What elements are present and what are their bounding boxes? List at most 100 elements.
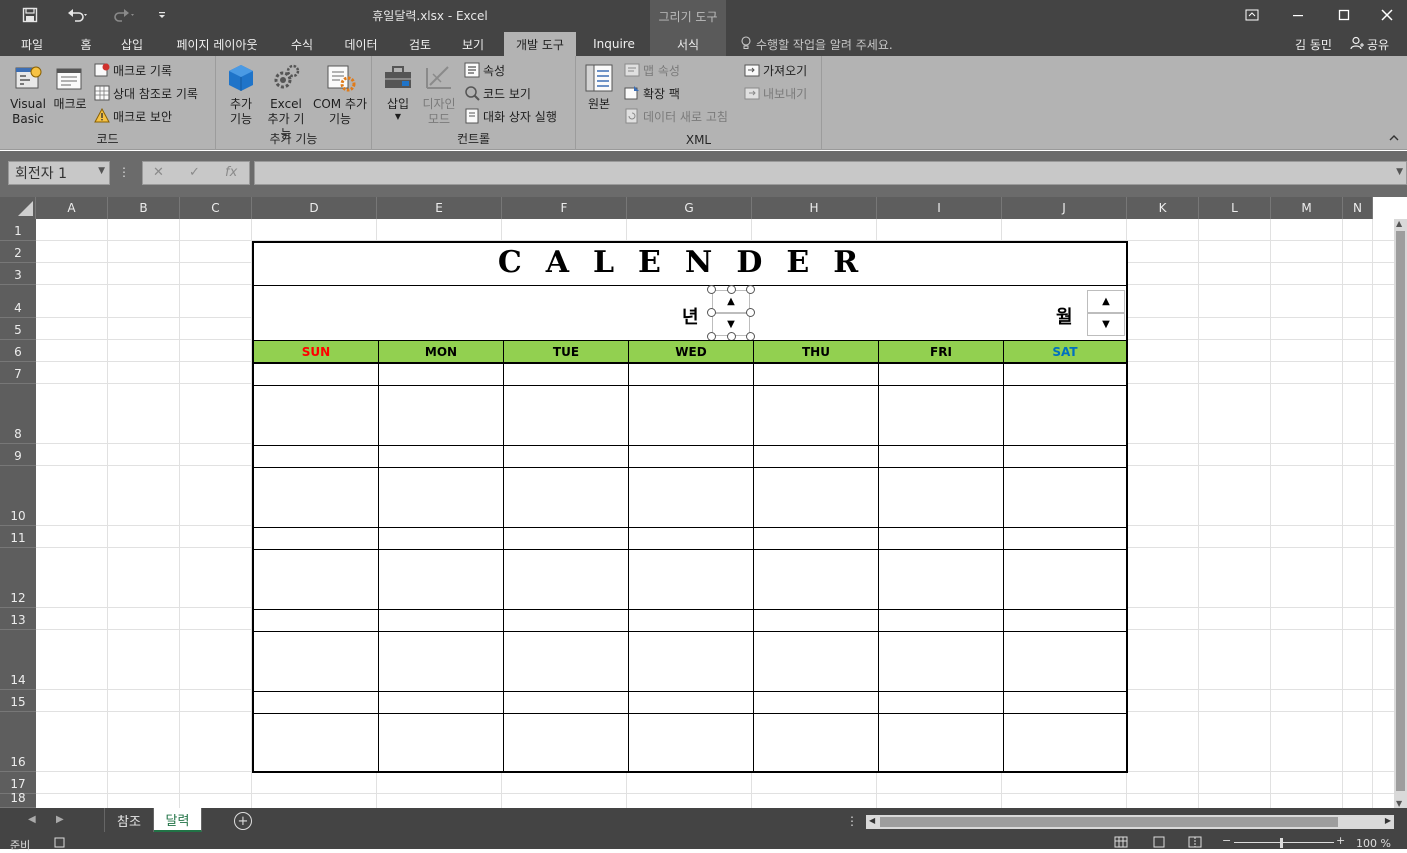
vertical-scroll-thumb[interactable]: [1396, 231, 1405, 791]
formula-input[interactable]: [254, 161, 1407, 185]
tab-page-layout[interactable]: 페이지 레이아웃: [164, 32, 270, 56]
com-addins-button[interactable]: COM 추가 기능: [312, 62, 368, 127]
column-header-a[interactable]: A: [36, 197, 108, 219]
tab-inquire[interactable]: Inquire: [586, 32, 642, 56]
tab-splitter-icon[interactable]: ⋮: [846, 814, 858, 828]
xml-source-button[interactable]: 원본: [584, 62, 614, 112]
row-header-13[interactable]: 13: [0, 608, 36, 630]
year-spinner[interactable]: ▲ ▼: [707, 285, 755, 341]
expansion-packs-button[interactable]: 확장 팩: [624, 83, 680, 103]
column-header-j[interactable]: J: [1002, 197, 1127, 219]
row-header-2[interactable]: 2: [0, 241, 36, 263]
design-mode-button[interactable]: 디자인 모드: [420, 62, 458, 127]
macro-security-button[interactable]: 매크로 보안: [94, 106, 172, 126]
row-header-11[interactable]: 11: [0, 526, 36, 548]
next-sheet-icon[interactable]: ▶: [56, 814, 64, 825]
column-header-g[interactable]: G: [627, 197, 752, 219]
collapse-ribbon-icon[interactable]: [1389, 132, 1399, 145]
row-header-1[interactable]: 1: [0, 219, 36, 241]
row-header-10[interactable]: 10: [0, 466, 36, 526]
scroll-left-icon[interactable]: ◀: [869, 816, 875, 825]
column-header-l[interactable]: L: [1199, 197, 1271, 219]
properties-button[interactable]: 속성: [464, 60, 505, 80]
tab-insert[interactable]: 삽입: [112, 32, 152, 56]
row-header-12[interactable]: 12: [0, 548, 36, 608]
addins-button[interactable]: 추가 기능: [224, 62, 258, 127]
column-header-b[interactable]: B: [108, 197, 180, 219]
horizontal-scrollbar[interactable]: ◀ ▶: [866, 815, 1394, 829]
run-dialog-button[interactable]: 대화 상자 실행: [464, 106, 557, 126]
row-header-14[interactable]: 14: [0, 630, 36, 690]
expand-formula-bar-icon[interactable]: ▼: [1396, 167, 1403, 177]
record-macro-button[interactable]: 매크로 기록: [94, 60, 172, 80]
enter-icon[interactable]: ✓: [189, 165, 200, 180]
relative-ref-button[interactable]: 상대 참조로 기록: [94, 83, 198, 103]
month-up-button[interactable]: ▲: [1087, 290, 1125, 313]
tab-file[interactable]: 파일: [10, 32, 54, 56]
row-header-18[interactable]: 18: [0, 791, 36, 808]
resize-handle[interactable]: [727, 285, 736, 294]
vertical-scrollbar[interactable]: ▲ ▼: [1394, 219, 1407, 808]
zoom-slider[interactable]: [1234, 842, 1334, 843]
ribbon-display-options-icon[interactable]: [1229, 0, 1275, 30]
sheet-tab-calendar[interactable]: 달력: [154, 808, 202, 832]
import-button[interactable]: 가져오기: [744, 60, 807, 80]
map-properties-button[interactable]: 맵 속성: [624, 60, 680, 80]
zoom-level[interactable]: 100 %: [1356, 837, 1391, 850]
visual-basic-button[interactable]: Visual Basic: [8, 62, 48, 127]
zoom-slider-thumb[interactable]: [1280, 838, 1283, 848]
scroll-right-icon[interactable]: ▶: [1385, 816, 1391, 825]
month-spinner[interactable]: ▲ ▼: [1087, 290, 1125, 336]
cancel-icon[interactable]: ✕: [153, 165, 164, 180]
select-all-button[interactable]: [0, 197, 36, 219]
row-header-8[interactable]: 8: [0, 384, 36, 444]
macros-button[interactable]: 매크로: [52, 62, 88, 112]
tab-review[interactable]: 검토: [400, 32, 440, 56]
row-header-5[interactable]: 5: [0, 318, 36, 340]
zoom-out-icon[interactable]: −: [1222, 834, 1231, 847]
column-header-m[interactable]: M: [1271, 197, 1343, 219]
maximize-icon[interactable]: [1321, 0, 1367, 30]
column-header-e[interactable]: E: [377, 197, 502, 219]
row-header-3[interactable]: 3: [0, 263, 36, 285]
horizontal-scroll-thumb[interactable]: [880, 817, 1338, 827]
tab-format[interactable]: 서식: [650, 32, 726, 56]
insert-control-button[interactable]: 삽입 ▼: [382, 62, 414, 122]
name-box-dropdown-icon[interactable]: ▼: [98, 166, 105, 176]
scroll-down-icon[interactable]: ▼: [1396, 799, 1402, 808]
view-code-button[interactable]: 코드 보기: [464, 83, 531, 103]
tab-developer[interactable]: 개발 도구: [504, 32, 576, 56]
row-header-6[interactable]: 6: [0, 340, 36, 362]
resize-handle[interactable]: [707, 308, 716, 317]
add-sheet-icon[interactable]: +: [234, 812, 252, 830]
column-header-c[interactable]: C: [180, 197, 252, 219]
column-header-d[interactable]: D: [252, 197, 377, 219]
row-header-9[interactable]: 9: [0, 444, 36, 466]
row-header-7[interactable]: 7: [0, 362, 36, 384]
row-header-15[interactable]: 15: [0, 690, 36, 712]
share-button[interactable]: 공유: [1350, 32, 1389, 56]
minimize-icon[interactable]: [1275, 0, 1321, 30]
sheet-tab-ref[interactable]: 참조: [104, 808, 154, 832]
spreadsheet-grid[interactable]: ABCDEFGHIJKLMN 1 2 3 4 5 6 7 8 9 10 11 12 13 14 15 16 17…: [0, 197, 1407, 808]
column-header-n[interactable]: N: [1343, 197, 1373, 219]
tab-view[interactable]: 보기: [452, 32, 494, 56]
close-icon[interactable]: [1364, 0, 1407, 30]
column-header-h[interactable]: H: [752, 197, 877, 219]
month-down-button[interactable]: ▼: [1087, 313, 1125, 336]
column-header-f[interactable]: F: [502, 197, 627, 219]
resize-handle[interactable]: [746, 285, 755, 294]
resize-handle[interactable]: [746, 308, 755, 317]
resize-handle[interactable]: [707, 285, 716, 294]
column-header-i[interactable]: I: [877, 197, 1002, 219]
tab-home[interactable]: 홈: [68, 32, 104, 56]
row-header-4[interactable]: 4: [0, 285, 36, 318]
column-header-k[interactable]: K: [1127, 197, 1199, 219]
row-header-16[interactable]: 16: [0, 712, 36, 772]
export-button[interactable]: 내보내기: [744, 83, 807, 103]
tab-data[interactable]: 데이터: [334, 32, 388, 56]
refresh-data-button[interactable]: 데이터 새로 고침: [624, 106, 728, 126]
name-box[interactable]: 회전자 1 ▼: [8, 161, 110, 185]
scroll-up-icon[interactable]: ▲: [1396, 219, 1402, 228]
user-name[interactable]: 김 동민: [1295, 32, 1332, 56]
